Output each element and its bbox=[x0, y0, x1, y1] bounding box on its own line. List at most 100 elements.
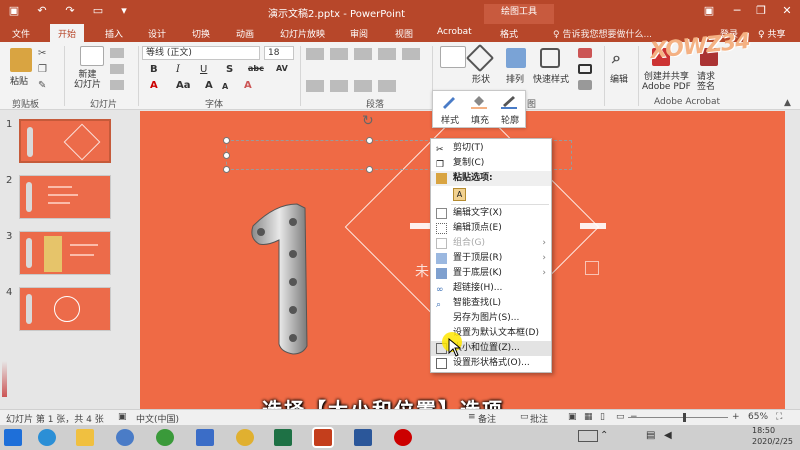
slide-thumbnail-3[interactable] bbox=[19, 231, 111, 275]
fit-slide-icon[interactable]: ⛶ bbox=[776, 412, 782, 422]
new-slide-button-label[interactable]: 新建 幻灯片 bbox=[74, 70, 101, 90]
clear-format-icon[interactable]: A bbox=[244, 80, 252, 91]
clock-date[interactable]: 2020/2/25 bbox=[752, 437, 793, 446]
save-icon[interactable]: ▣ bbox=[6, 3, 22, 19]
quick-styles-button-label[interactable]: 快速样式 bbox=[533, 72, 569, 85]
volume-icon[interactable]: ◀ bbox=[664, 430, 672, 441]
slide-sorter-icon[interactable]: ▦ bbox=[584, 412, 593, 422]
zoom-in-icon[interactable]: + bbox=[732, 412, 740, 422]
excel-icon[interactable] bbox=[274, 429, 292, 446]
menu-item-paste-keep-text[interactable]: A bbox=[431, 186, 551, 202]
shadow-text-icon[interactable]: S bbox=[226, 64, 233, 75]
tray-up-icon[interactable]: ⌃ bbox=[600, 430, 608, 441]
tell-me-search[interactable]: ♀ 告诉我您想要做什么... bbox=[553, 27, 652, 40]
slide-thumbnail-4[interactable] bbox=[19, 287, 111, 331]
shape-effects-icon[interactable] bbox=[578, 80, 592, 90]
edit-button-label[interactable]: 编辑 bbox=[610, 72, 628, 85]
tab-animations[interactable]: 动画 bbox=[236, 27, 254, 40]
menu-item-group[interactable]: 组合(G) › bbox=[431, 236, 551, 251]
word-icon[interactable] bbox=[354, 429, 372, 446]
request-signature-button-label[interactable]: 请求 签名 bbox=[697, 72, 715, 92]
close-button[interactable]: ✕ bbox=[778, 3, 796, 19]
menu-item-smart-lookup[interactable]: ⌕ 智能查找(L) bbox=[431, 296, 551, 311]
fill-bucket-icon[interactable] bbox=[471, 95, 487, 109]
menu-item-save-as-picture[interactable]: 另存为图片(S)... bbox=[431, 311, 551, 326]
minimize-button[interactable]: ─ bbox=[728, 3, 746, 19]
create-pdf-button-label[interactable]: 创建并共享 Adobe PDF bbox=[642, 72, 691, 92]
chrome-icon[interactable] bbox=[236, 429, 254, 446]
resize-handle[interactable] bbox=[223, 152, 230, 159]
ribbon-display-icon[interactable]: ▣ bbox=[700, 3, 718, 19]
paste-button-label[interactable]: 粘贴 bbox=[10, 74, 28, 87]
section-icon[interactable] bbox=[110, 80, 124, 90]
italic-icon[interactable]: I bbox=[176, 64, 180, 75]
resize-handle[interactable] bbox=[223, 166, 230, 173]
shape-outline-icon[interactable] bbox=[578, 64, 592, 74]
tab-home[interactable]: 开始 bbox=[50, 24, 85, 42]
share-button[interactable]: ♀ 共享 bbox=[758, 27, 785, 40]
font-name-input[interactable]: 等线 (正文) bbox=[142, 46, 260, 60]
baidu-netdisk-icon[interactable] bbox=[116, 429, 134, 446]
outline-pen-icon[interactable] bbox=[501, 95, 517, 109]
underline-icon[interactable]: U bbox=[200, 64, 207, 75]
360-browser-icon[interactable] bbox=[156, 429, 174, 446]
menu-item-copy[interactable]: ❐ 复制(C) bbox=[431, 156, 551, 171]
language-status[interactable]: 中文(中国) bbox=[136, 412, 179, 425]
notes-button[interactable]: 备注 bbox=[478, 412, 496, 425]
comments-button[interactable]: 批注 bbox=[530, 412, 548, 425]
grow-font-icon[interactable]: A bbox=[205, 80, 213, 91]
tab-slideshow[interactable]: 幻灯片放映 bbox=[280, 27, 325, 40]
reset-icon[interactable] bbox=[110, 64, 124, 74]
menu-item-cut[interactable]: ✂ 剪切(T) bbox=[431, 141, 551, 156]
wps-icon[interactable] bbox=[196, 429, 214, 446]
tab-transitions[interactable]: 切换 bbox=[192, 27, 210, 40]
quick-styles-icon[interactable] bbox=[540, 48, 560, 68]
shapes-gallery-icon[interactable] bbox=[440, 46, 466, 68]
shape-button-label[interactable]: 形状 bbox=[472, 72, 490, 85]
char-spacing-icon[interactable]: AV bbox=[276, 64, 288, 73]
bullets-icon[interactable] bbox=[306, 48, 324, 60]
tab-design[interactable]: 设计 bbox=[148, 27, 166, 40]
slide-thumbnail-1[interactable] bbox=[19, 119, 111, 163]
screen-recorder-icon[interactable] bbox=[394, 429, 412, 446]
collapse-ribbon-icon[interactable]: ▲ bbox=[784, 98, 791, 108]
keyboard-icon[interactable] bbox=[578, 430, 598, 442]
decrease-indent-icon[interactable] bbox=[354, 48, 372, 60]
ie-browser-icon[interactable] bbox=[38, 429, 56, 446]
clock-time[interactable]: 18:50 bbox=[752, 426, 775, 435]
maximize-button[interactable]: ❐ bbox=[752, 3, 770, 19]
style-brush-icon[interactable] bbox=[441, 95, 457, 109]
menu-item-hyperlink[interactable]: ∞ 超链接(H)... bbox=[431, 281, 551, 296]
zoom-slider-knob[interactable] bbox=[683, 413, 686, 422]
format-painter-icon[interactable]: ✎ bbox=[38, 80, 46, 91]
shape-icon[interactable] bbox=[465, 43, 495, 73]
justify-icon[interactable] bbox=[378, 80, 396, 92]
tab-insert[interactable]: 插入 bbox=[105, 27, 123, 40]
comments-icon[interactable]: ▭ bbox=[520, 412, 529, 422]
undo-icon[interactable]: ↶ bbox=[34, 3, 50, 19]
change-case-icon[interactable]: Aa bbox=[176, 80, 191, 91]
zoom-slider[interactable] bbox=[628, 417, 728, 418]
find-icon[interactable]: ⌕ bbox=[612, 48, 621, 68]
zoom-level[interactable]: 65% bbox=[748, 412, 768, 422]
menu-item-edit-text[interactable]: 编辑文字(X) bbox=[431, 206, 551, 221]
slide-thumbnail-2[interactable] bbox=[19, 175, 111, 219]
copy-icon[interactable]: ❐ bbox=[38, 64, 47, 75]
layout-icon[interactable] bbox=[110, 48, 124, 58]
customize-qat-icon[interactable]: ▾ bbox=[116, 3, 132, 19]
notes-icon[interactable]: ≡ bbox=[468, 412, 476, 422]
bold-icon[interactable]: B bbox=[150, 64, 158, 75]
cut-icon[interactable]: ✂ bbox=[38, 48, 46, 59]
normal-view-icon[interactable]: ▣ bbox=[568, 412, 577, 422]
resize-handle[interactable] bbox=[366, 137, 373, 144]
spell-check-icon[interactable]: ▣ bbox=[118, 412, 127, 422]
numbering-icon[interactable] bbox=[330, 48, 348, 60]
tab-file[interactable]: 文件 bbox=[12, 27, 30, 40]
font-color-icon[interactable]: A bbox=[150, 80, 158, 91]
paste-icon[interactable] bbox=[10, 48, 32, 72]
resize-handle[interactable] bbox=[366, 166, 373, 173]
file-explorer-icon[interactable] bbox=[76, 429, 94, 446]
tab-review[interactable]: 审阅 bbox=[350, 27, 368, 40]
mini-style-button[interactable]: 样式 bbox=[441, 113, 459, 126]
increase-indent-icon[interactable] bbox=[378, 48, 396, 60]
